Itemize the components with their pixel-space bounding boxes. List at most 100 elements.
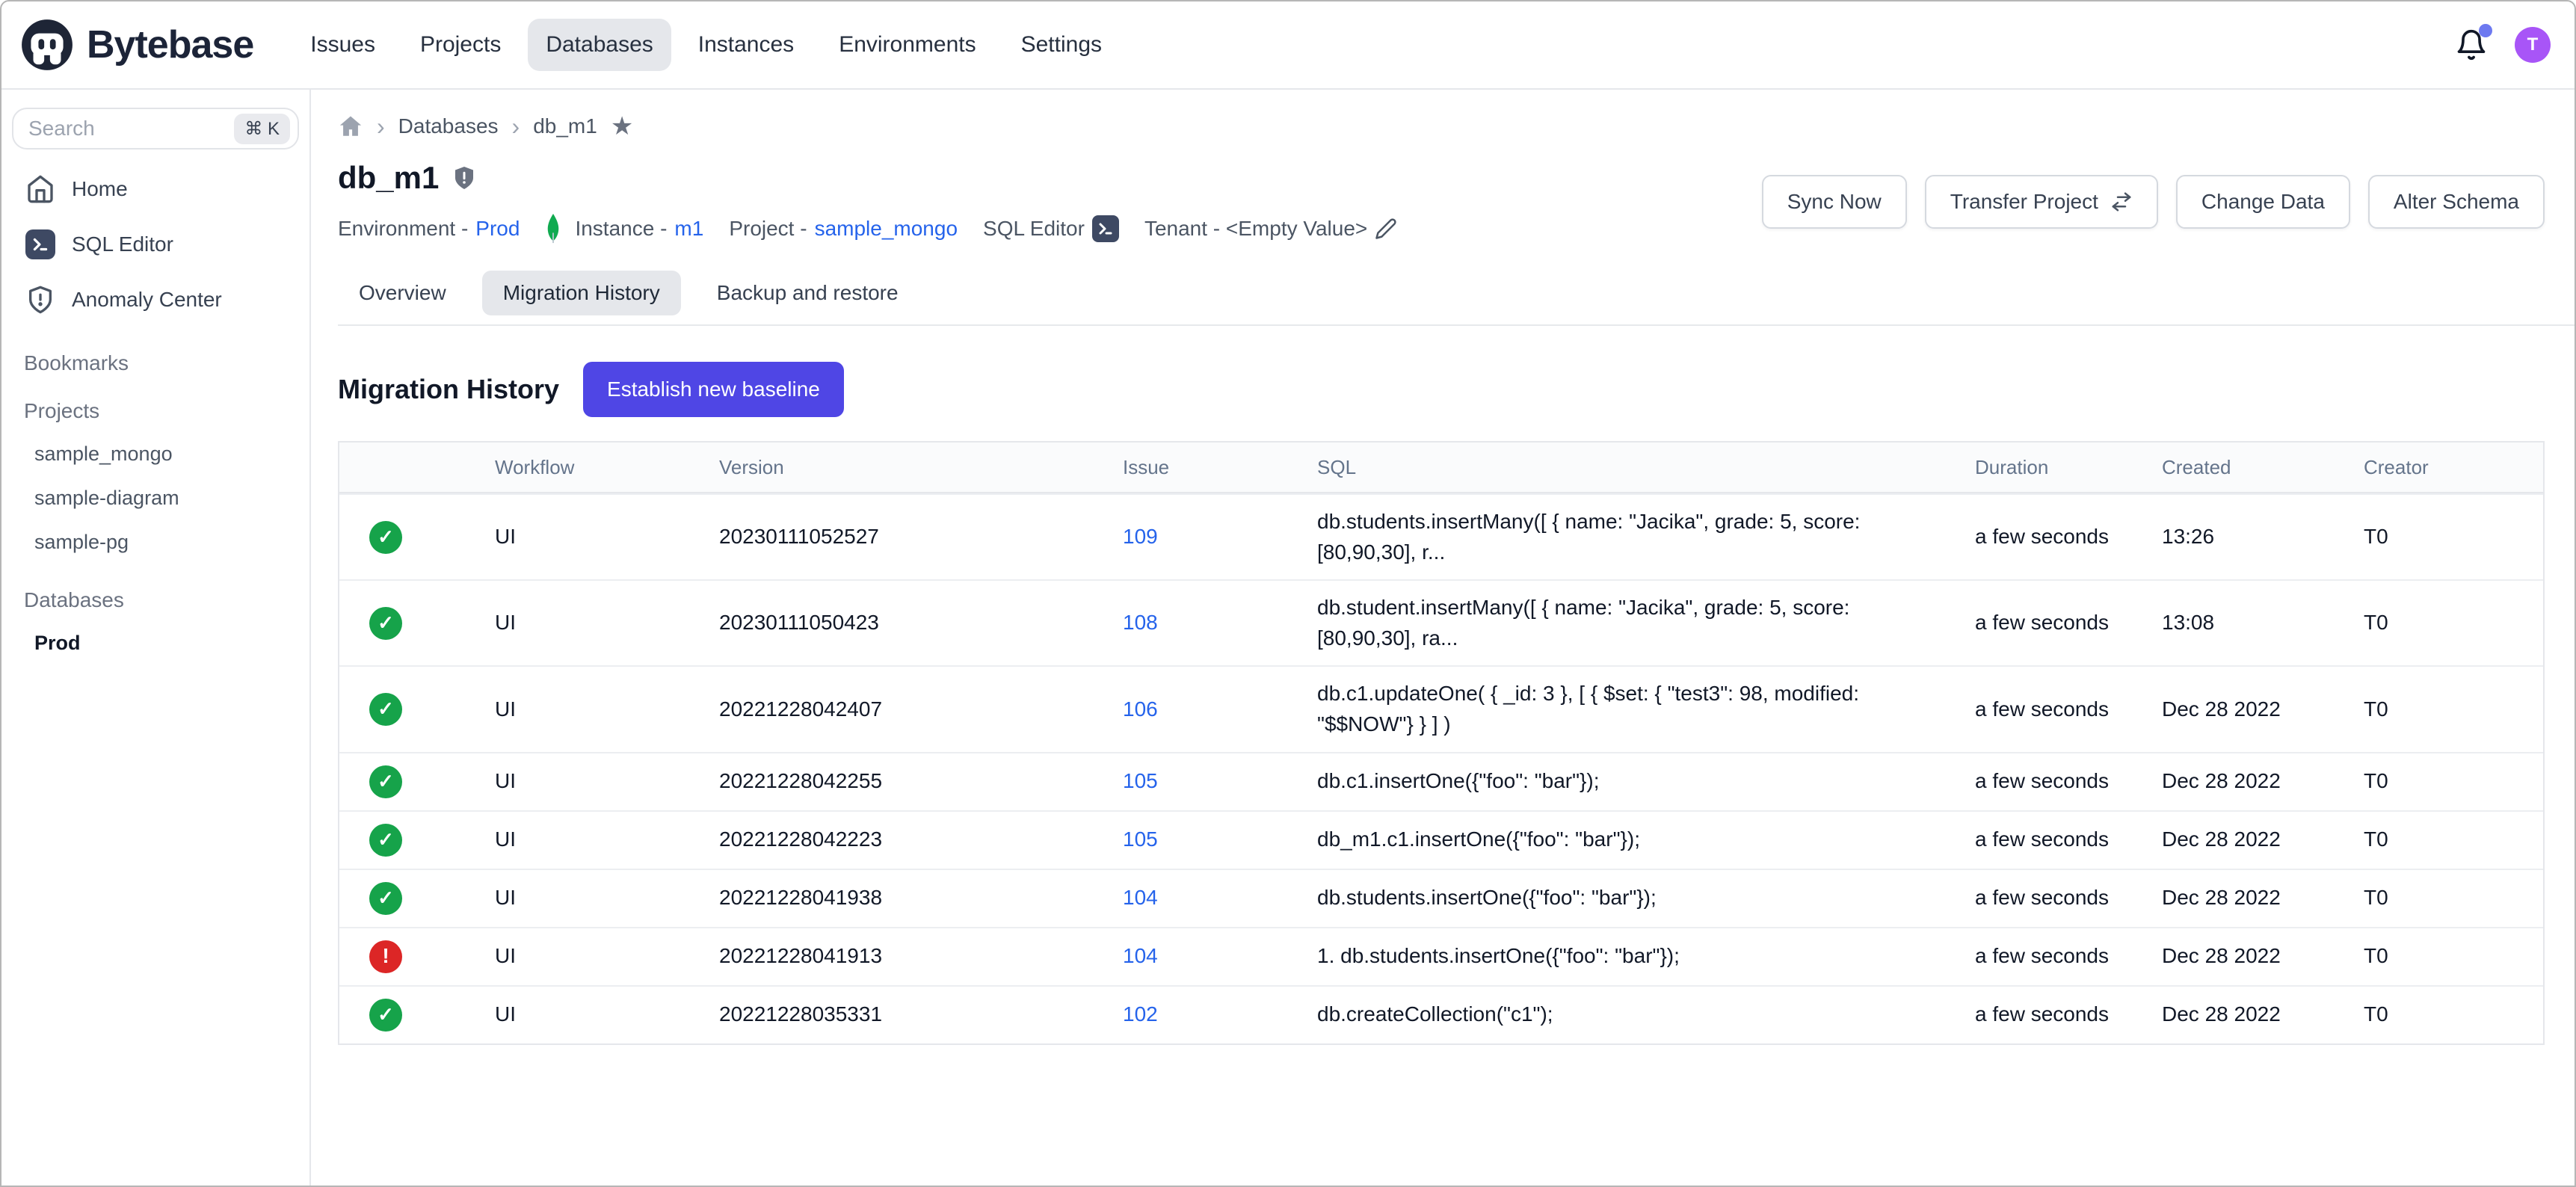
sidebar-section-databases: Databases Prod bbox=[1, 588, 309, 665]
issue-link[interactable]: 102 bbox=[1123, 1002, 1158, 1026]
duration-cell: a few seconds bbox=[1975, 510, 2162, 564]
success-icon bbox=[369, 824, 402, 857]
sql-cell: db.c1.updateOne( { _id: 3 }, [ { $set: {… bbox=[1317, 667, 1975, 751]
alter-schema-button[interactable]: Alter Schema bbox=[2368, 175, 2545, 229]
table-row[interactable]: UI 20221228041913 104 1. db.students.ins… bbox=[339, 927, 2543, 985]
breadcrumb-home-icon[interactable] bbox=[338, 114, 363, 139]
sql-cell: db.students.insertMany([ { name: "Jacika… bbox=[1317, 495, 1975, 579]
issue-link[interactable]: 106 bbox=[1123, 697, 1158, 721]
column-header-workflow: Workflow bbox=[495, 456, 719, 479]
tenant-label: Tenant - <Empty Value> bbox=[1144, 217, 1367, 241]
sidebar-item-home[interactable]: Home bbox=[1, 161, 309, 217]
search-box: ⌘ K bbox=[12, 108, 299, 149]
workflow-cell: UI bbox=[495, 871, 719, 925]
instance-meta: Instance - m1 bbox=[575, 217, 703, 241]
project-link[interactable]: sample_mongo bbox=[815, 217, 958, 241]
table-row[interactable]: UI 20221228042255 105 db.c1.insertOne({"… bbox=[339, 752, 2543, 810]
creator-cell: T0 bbox=[2364, 929, 2543, 984]
sql-cell: db_m1.c1.insertOne({"foo": "bar"}); bbox=[1317, 813, 1975, 867]
breadcrumb-db-m1[interactable]: db_m1 bbox=[533, 114, 597, 138]
table-row[interactable]: UI 20221228041938 104 db.students.insert… bbox=[339, 869, 2543, 927]
nav-projects[interactable]: Projects bbox=[402, 19, 519, 71]
nav-databases[interactable]: Databases bbox=[528, 19, 671, 71]
success-icon bbox=[369, 693, 402, 726]
page-title: db_m1 bbox=[338, 160, 439, 196]
tab-migration-history[interactable]: Migration History bbox=[482, 271, 681, 315]
sql-editor-terminal-icon[interactable] bbox=[1092, 215, 1119, 242]
workflow-cell: UI bbox=[495, 682, 719, 737]
tab-overview[interactable]: Overview bbox=[338, 271, 467, 315]
environment-label: Environment - bbox=[338, 217, 468, 241]
table-row[interactable]: UI 20230111052527 109 db.students.insert… bbox=[339, 493, 2543, 579]
version-cell: 20221228035331 bbox=[719, 987, 1123, 1042]
sql-cell: 1. db.students.insertOne({"foo": "bar"})… bbox=[1317, 929, 1975, 984]
breadcrumb-databases[interactable]: Databases bbox=[398, 114, 499, 138]
created-cell: Dec 28 2022 bbox=[2162, 682, 2364, 737]
error-icon bbox=[369, 940, 402, 973]
search-shortcut-badge: ⌘ K bbox=[234, 114, 290, 144]
sql-cell: db.c1.insertOne({"foo": "bar"}); bbox=[1317, 754, 1975, 809]
tab-backup-and-restore[interactable]: Backup and restore bbox=[696, 271, 919, 315]
transfer-project-button[interactable]: Transfer Project bbox=[1925, 175, 2158, 229]
sidebar-item-sample-pg[interactable]: sample-pg bbox=[1, 520, 309, 564]
workflow-cell: UI bbox=[495, 596, 719, 650]
creator-cell: T0 bbox=[2364, 871, 2543, 925]
issue-link[interactable]: 104 bbox=[1123, 944, 1158, 967]
duration-cell: a few seconds bbox=[1975, 596, 2162, 650]
issue-link[interactable]: 105 bbox=[1123, 769, 1158, 792]
sidebar-item-sample-mongo[interactable]: sample_mongo bbox=[1, 432, 309, 476]
column-header-version: Version bbox=[719, 456, 1123, 479]
establish-new-baseline-button[interactable]: Establish new baseline bbox=[583, 362, 844, 417]
issue-link[interactable]: 109 bbox=[1123, 525, 1158, 548]
issue-link[interactable]: 104 bbox=[1123, 886, 1158, 909]
nav-issues[interactable]: Issues bbox=[292, 19, 393, 71]
section-label: Projects bbox=[1, 399, 309, 423]
project-label: Project - bbox=[729, 217, 807, 241]
table-row[interactable]: UI 20221228042223 105 db_m1.c1.insertOne… bbox=[339, 810, 2543, 869]
creator-cell: T0 bbox=[2364, 813, 2543, 867]
sql-cell: db.createCollection("c1"); bbox=[1317, 987, 1975, 1042]
tab-divider bbox=[338, 324, 2575, 326]
nav-settings[interactable]: Settings bbox=[1003, 19, 1120, 71]
sidebar-item-label: Home bbox=[72, 177, 128, 201]
shield-alert-icon bbox=[25, 285, 55, 315]
instance-link[interactable]: m1 bbox=[674, 217, 703, 241]
breadcrumb-separator: › bbox=[377, 114, 385, 138]
issue-link[interactable]: 108 bbox=[1123, 611, 1158, 634]
sync-now-button[interactable]: Sync Now bbox=[1762, 175, 1907, 229]
favorite-star-icon[interactable]: ★ bbox=[611, 114, 633, 139]
brand[interactable]: Bytebase bbox=[19, 17, 253, 73]
sidebar-item-sql-editor[interactable]: SQL Editor bbox=[1, 217, 309, 272]
change-data-button[interactable]: Change Data bbox=[2176, 175, 2350, 229]
version-cell: 20221228041938 bbox=[719, 871, 1123, 925]
nav-instances[interactable]: Instances bbox=[680, 19, 812, 71]
table-row[interactable]: UI 20230111050423 108 db.student.insertM… bbox=[339, 579, 2543, 665]
table-row[interactable]: UI 20221228035331 102 db.createCollectio… bbox=[339, 985, 2543, 1043]
notifications-bell-icon[interactable] bbox=[2455, 28, 2488, 61]
duration-cell: a few seconds bbox=[1975, 682, 2162, 737]
created-cell: 13:26 bbox=[2162, 510, 2364, 564]
migration-history-heading: Migration History bbox=[338, 374, 559, 405]
section-label: Bookmarks bbox=[1, 351, 309, 375]
sidebar: ⌘ K Home SQL Editor bbox=[1, 90, 311, 1186]
issue-link[interactable]: 105 bbox=[1123, 827, 1158, 851]
workflow-cell: UI bbox=[495, 754, 719, 809]
sidebar-item-sample-diagram[interactable]: sample-diagram bbox=[1, 476, 309, 520]
top-navbar: Bytebase Issues Projects Databases Insta… bbox=[1, 1, 2575, 90]
database-meta-row: Environment - Prod Instance - m1 Project… bbox=[338, 214, 1397, 244]
edit-pencil-icon[interactable] bbox=[1375, 218, 1397, 240]
version-cell: 20221228042255 bbox=[719, 754, 1123, 809]
nav-environments[interactable]: Environments bbox=[821, 19, 993, 71]
sidebar-item-prod[interactable]: Prod bbox=[1, 621, 309, 665]
search-input[interactable] bbox=[28, 117, 225, 141]
duration-cell: a few seconds bbox=[1975, 987, 2162, 1042]
table-row[interactable]: UI 20221228042407 106 db.c1.updateOne( {… bbox=[339, 665, 2543, 751]
migration-history-table: Workflow Version Issue SQL Duration Crea… bbox=[338, 441, 2545, 1045]
environment-link[interactable]: Prod bbox=[475, 217, 520, 241]
sql-cell: db.student.insertMany([ { name: "Jacika"… bbox=[1317, 581, 1975, 665]
button-label: Transfer Project bbox=[1950, 190, 2098, 214]
page-actions: Sync Now Transfer Project Change Data Al… bbox=[1762, 175, 2545, 229]
avatar[interactable]: T bbox=[2515, 27, 2551, 63]
duration-cell: a few seconds bbox=[1975, 754, 2162, 809]
sidebar-item-anomaly-center[interactable]: Anomaly Center bbox=[1, 272, 309, 327]
